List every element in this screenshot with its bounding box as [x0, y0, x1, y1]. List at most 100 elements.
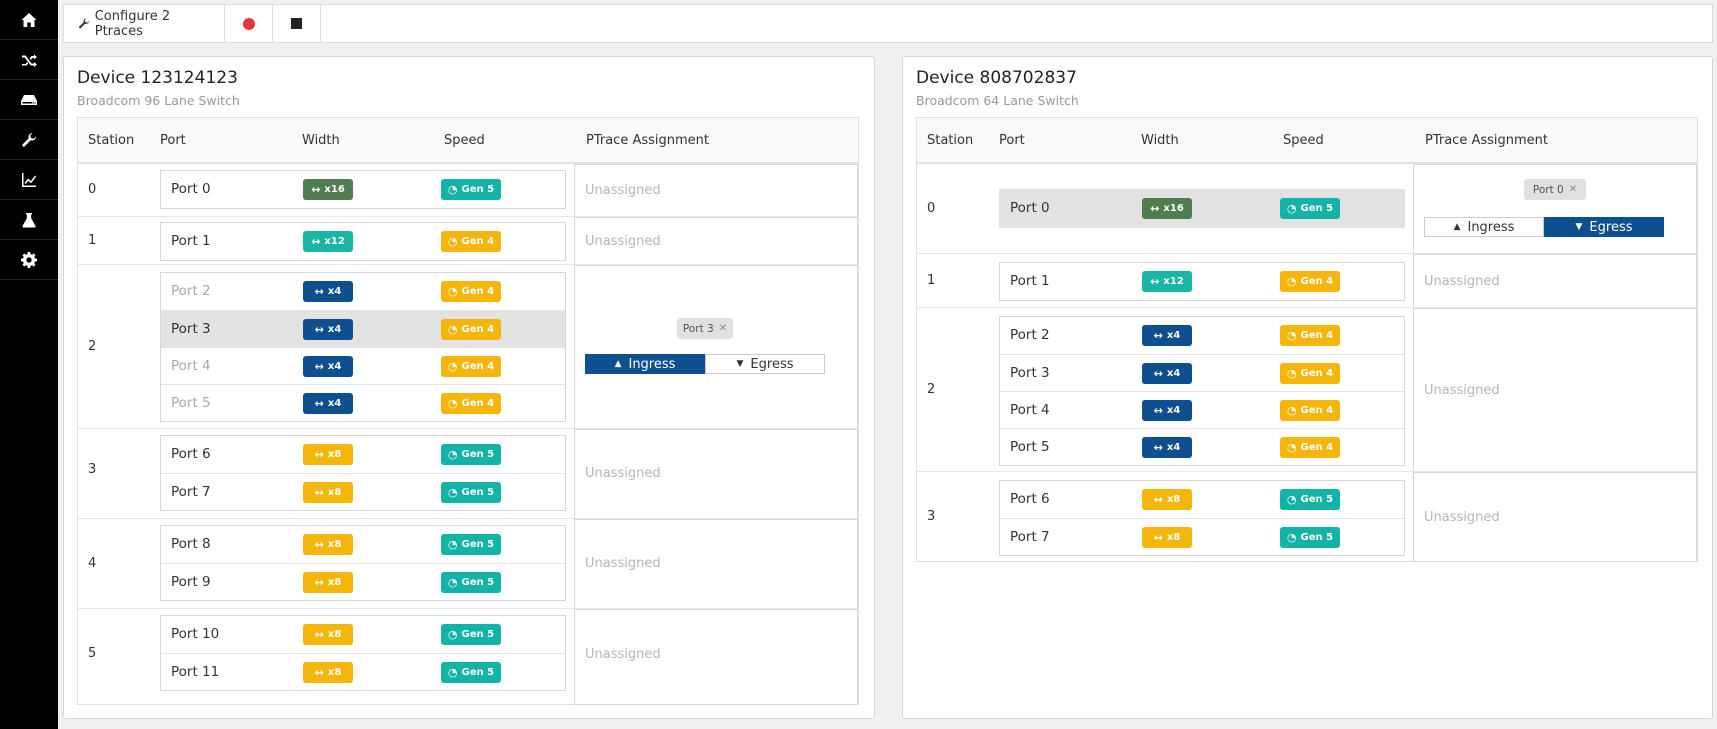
port-row[interactable]: Port 7 ↔ x8 ◔ Gen 5: [161, 473, 565, 510]
speed-badge: ◔ Gen 4: [1280, 325, 1340, 346]
arrows-h-icon: ↔: [1150, 275, 1160, 288]
sidebar-item-settings[interactable]: [0, 240, 58, 280]
sidebar-item-shuffle[interactable]: [0, 40, 58, 80]
speed-badge: ◔ Gen 4: [441, 393, 501, 414]
port-name: Port 9: [171, 574, 211, 590]
ptrace-assignment-cell[interactable]: Unassigned: [1413, 308, 1697, 472]
port-name: Port 4: [1010, 402, 1050, 418]
port-row[interactable]: Port 7 ↔ x8 ◔ Gen 5: [1000, 518, 1404, 555]
ptrace-assignment-cell[interactable]: Unassigned: [574, 609, 858, 705]
port-row[interactable]: Port 6 ↔ x8 ◔ Gen 5: [161, 436, 565, 473]
device-title: Device 808702837: [916, 68, 1077, 88]
sidebar-item-analytics[interactable]: [0, 160, 58, 200]
port-row[interactable]: Port 11 ↔ x8 ◔ Gen 5: [161, 653, 565, 690]
configure-ptraces-button[interactable]: Configure 2 Ptraces: [64, 5, 225, 42]
speed-badge: ◔ Gen 5: [441, 534, 501, 555]
flask-icon: [22, 212, 36, 228]
gauge-icon: ◔: [447, 628, 458, 641]
unassigned-label: Unassigned: [585, 647, 661, 662]
sidebar-item-lab[interactable]: [0, 200, 58, 240]
egress-button[interactable]: ▼ Egress: [705, 354, 825, 374]
port-row[interactable]: Port 1 ↔ x12 ◔ Gen 4: [1000, 263, 1404, 300]
port-row[interactable]: Port 5 ↔ x4 ◔ Gen 4: [161, 384, 565, 421]
ptrace-assignment-cell: Port 0 ✕ ▲ Ingress ▼ Egress: [1413, 164, 1697, 254]
arrows-h-icon: ↔: [314, 538, 324, 551]
gauge-icon: ◔: [1286, 275, 1297, 288]
ingress-button[interactable]: ▲ Ingress: [1424, 217, 1544, 237]
ptrace-assignment-cell[interactable]: Unassigned: [1413, 254, 1697, 308]
speed-badge: ◔ Gen 4: [1280, 363, 1340, 384]
station-number: 3: [88, 462, 97, 477]
station-row: 1 Port 1 ↔ x12 ◔ Gen 4 Unassigned: [917, 253, 1697, 308]
station-number: 2: [88, 339, 97, 354]
port-row[interactable]: Port 2 ↔ x4 ◔ Gen 4: [1000, 317, 1404, 354]
port-row-selected[interactable]: Port 0 ↔ x16 ◔ Gen 5: [1000, 190, 1404, 227]
sidebar-item-configure[interactable]: [0, 120, 58, 160]
ptrace-assignment-cell[interactable]: Unassigned: [574, 217, 858, 265]
direction-toggle: ▲ Ingress ▼ Egress: [1424, 217, 1664, 237]
speed-badge: ◔ Gen 4: [441, 356, 501, 377]
port-group: Port 1 ↔ x12 ◔ Gen 4: [160, 222, 566, 261]
device-panel-1: Device 123124123 Broadcom 96 Lane Switch…: [63, 56, 875, 719]
port-row[interactable]: Port 3 ↔ x4 ◔ Gen 4: [1000, 354, 1404, 391]
speed-badge: ◔ Gen 4: [441, 231, 501, 252]
ptrace-assignment-cell[interactable]: Unassigned: [574, 519, 858, 609]
port-row[interactable]: Port 0 ↔ x16 ◔ Gen 5: [161, 171, 565, 208]
home-icon: [21, 12, 37, 27]
arrows-h-icon: ↔: [311, 235, 321, 248]
port-row[interactable]: Port 4 ↔ x4 ◔ Gen 4: [161, 347, 565, 384]
egress-button[interactable]: ▼ Egress: [1544, 217, 1664, 237]
station-row: 4 Port 8 ↔ x8 ◔ Gen 5 Port 9 ↔ x8 ◔ Gen 5 Un…: [78, 518, 858, 609]
port-group: Port 6 ↔ x8 ◔ Gen 5 Port 7 ↔ x8 ◔ Gen 5: [999, 480, 1405, 556]
port-row[interactable]: Port 6 ↔ x8 ◔ Gen 5: [1000, 481, 1404, 518]
ptrace-assignment-cell[interactable]: Unassigned: [1413, 472, 1697, 562]
record-dot-icon: [242, 17, 255, 30]
remove-icon[interactable]: ✕: [1569, 184, 1577, 195]
port-name: Port 4: [171, 358, 211, 374]
header-port: Port: [999, 133, 1025, 148]
assigned-port-chip: Port 3 ✕: [677, 318, 733, 339]
port-group: Port 6 ↔ x8 ◔ Gen 5 Port 7 ↔ x8 ◔ Gen 5: [160, 435, 566, 511]
gauge-icon: ◔: [447, 360, 458, 373]
port-name: Port 2: [1010, 327, 1050, 343]
port-row[interactable]: Port 2 ↔ x4 ◔ Gen 4: [161, 273, 565, 310]
ingress-button[interactable]: ▲ Ingress: [585, 354, 705, 374]
record-button[interactable]: [225, 5, 273, 42]
gauge-icon: ◔: [1286, 531, 1297, 544]
device-table: Station Port Width Speed PTrace Assignme…: [916, 117, 1698, 562]
gauge-icon: ◔: [447, 285, 458, 298]
port-row[interactable]: Port 5 ↔ x4 ◔ Gen 4: [1000, 428, 1404, 465]
port-name: Port 2: [171, 283, 211, 299]
remove-icon[interactable]: ✕: [719, 323, 727, 334]
sidebar-item-storage[interactable]: [0, 80, 58, 120]
port-group: Port 10 ↔ x8 ◔ Gen 5 Port 11 ↔ x8 ◔ Gen 5: [160, 615, 566, 691]
port-group: Port 8 ↔ x8 ◔ Gen 5 Port 9 ↔ x8 ◔ Gen 5: [160, 525, 566, 601]
gauge-icon: ◔: [447, 397, 458, 410]
port-row[interactable]: Port 9 ↔ x8 ◔ Gen 5: [161, 563, 565, 600]
caret-up-icon: ▲: [614, 359, 622, 369]
port-row[interactable]: Port 4 ↔ x4 ◔ Gen 4: [1000, 391, 1404, 428]
speed-badge: ◔ Gen 4: [1280, 400, 1340, 421]
header-ptrace-assignment: PTrace Assignment: [1425, 133, 1548, 148]
port-row[interactable]: Port 1 ↔ x12 ◔ Gen 4: [161, 223, 565, 260]
port-row[interactable]: Port 8 ↔ x8 ◔ Gen 5: [161, 526, 565, 563]
stop-button[interactable]: [273, 5, 321, 42]
arrows-h-icon: ↔: [314, 666, 324, 679]
port-row[interactable]: Port 10 ↔ x8 ◔ Gen 5: [161, 616, 565, 653]
header-ptrace-assignment: PTrace Assignment: [586, 133, 709, 148]
header-station: Station: [927, 133, 974, 148]
station-number: 1: [88, 233, 97, 248]
header-speed: Speed: [1283, 133, 1324, 148]
caret-up-icon: ▲: [1453, 222, 1461, 232]
sidebar-item-home[interactable]: [0, 0, 58, 40]
width-badge: ↔ x8: [303, 534, 353, 555]
ptrace-assignment-cell[interactable]: Unassigned: [574, 164, 858, 217]
station-number: 4: [88, 556, 97, 571]
gauge-icon: ◔: [447, 448, 458, 461]
speed-badge: ◔ Gen 4: [441, 281, 501, 302]
device-panel-2: Device 808702837 Broadcom 64 Lane Switch…: [902, 56, 1713, 719]
ptrace-assignment-cell[interactable]: Unassigned: [574, 429, 858, 519]
port-row-selected[interactable]: Port 3 ↔ x4 ◔ Gen 4: [161, 310, 565, 347]
hdd-icon: [21, 94, 37, 105]
speed-badge: ◔ Gen 5: [441, 572, 501, 593]
